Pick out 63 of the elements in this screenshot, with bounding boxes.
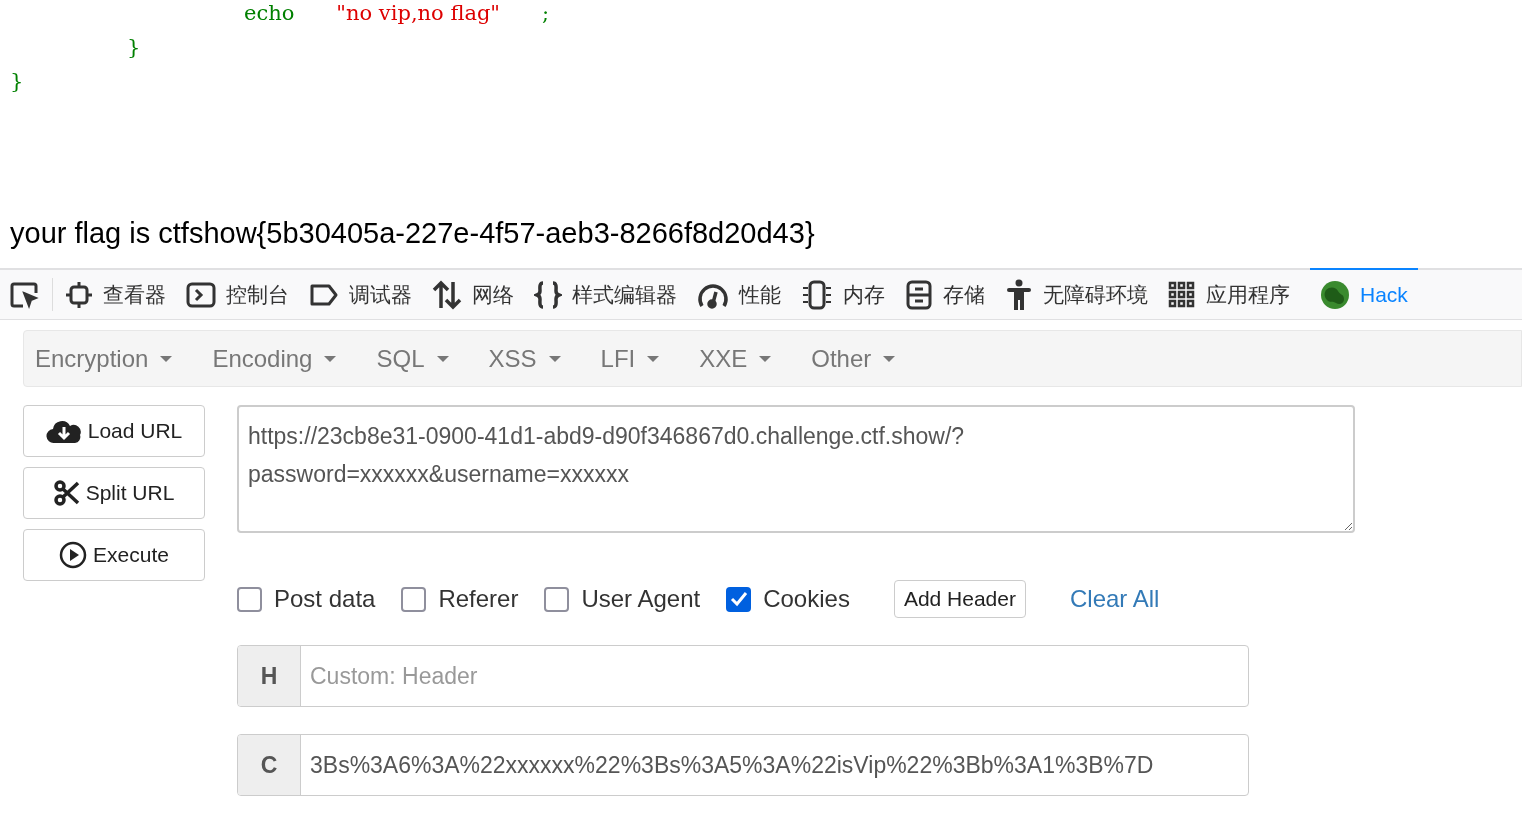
toolbar-button[interactable]: Split URL [23,467,205,519]
chip-icon [801,279,833,310]
dropdown-menu[interactable]: Encoding [201,340,348,377]
devtools-tab[interactable]: 应用程序 [1158,270,1300,319]
checkbox[interactable] [401,586,427,612]
dropdown-menu[interactable]: SQL [365,340,460,377]
cabinet-icon [905,279,933,310]
devtools-tab[interactable]: 样式编辑器 [524,270,687,319]
caret-icon [436,355,449,362]
cursor-box-icon [10,280,40,309]
cloud-download-icon [45,418,82,444]
caret-icon [548,355,561,362]
devtools-tab[interactable]: 网络 [422,270,524,319]
code-token: echo [244,0,295,27]
input-group[interactable]: H Custom: Header [237,645,1249,707]
dropdown-menu[interactable]: Other [800,340,907,377]
checkbox-label: Referer [438,584,519,614]
code-token: "no vip,no flag" [336,0,501,27]
checkbox[interactable] [237,586,262,612]
input-group[interactable]: C 3Bs%3A6%3A%22xxxxxx%22%3Bs%3A5%3A%22isVip%22%3Bb%3A1%3B%7D [237,734,1249,796]
code-token: } [127,34,141,61]
header-field[interactable]: Custom: Header [301,646,1248,706]
input-prefix: C [238,735,301,795]
add-header-button[interactable]: Add Header [893,580,1026,618]
devtools-tab[interactable]: 控制台 [176,270,299,319]
dropdown-menu[interactable]: Encryption [24,340,184,377]
caret-icon [759,355,772,362]
input-prefix: H [238,646,301,706]
checkbox-label: User Agent [581,584,701,614]
grid-icon [1168,280,1196,309]
caret-icon [160,355,173,362]
up-down-arrows-icon [432,279,462,310]
caret-icon [883,355,896,362]
dropdown-menu[interactable]: LFI [589,340,671,377]
person-icon [1005,278,1033,311]
checkbox[interactable] [726,586,752,612]
checkbox-label: Cookies [763,584,850,614]
devtools-tab[interactable]: 内存 [791,270,895,319]
devtools-tab[interactable]: 无障碍环境 [995,270,1158,319]
braces-icon [534,280,562,309]
checkbox-label: Post data [274,584,376,614]
devtools-tab[interactable]: 存储 [895,270,995,319]
caret-icon [324,355,337,362]
code-token: ; [542,0,550,27]
devtools-tab[interactable]: 查看器 [55,270,176,319]
checkbox[interactable] [544,586,570,612]
crosshair-box-icon [65,280,93,309]
code-token: } [10,68,24,95]
header-field[interactable]: 3Bs%3A6%3A%22xxxxxx%22%3Bs%3A5%3A%22isVip%22%3Bb%3A1%3B%7D [301,735,1248,795]
toolbar-button[interactable]: Execute [23,529,205,581]
toolbar-button[interactable]: Load URL [23,405,205,457]
scissors-icon [53,480,80,506]
url-field[interactable]: https://23cb8e31-0900-41d1-abd9-d90f346867d0.challenge.ctf.show/? password=xxxxxx&username=xxxxxx [237,405,1355,533]
clear-all-link[interactable]: Clear All [1069,581,1160,617]
caret-icon [647,355,660,362]
play-circle-icon [59,541,88,569]
terminal-icon [186,280,216,309]
flag-message: your flag is ctfshow{5b30405a-227e-4f57-aeb3-8266f8d20d43} [9,216,816,251]
globe-icon [1320,279,1350,310]
dropdown-menu[interactable]: XSS [477,340,572,377]
dropdown-menu[interactable]: XXE [688,340,783,377]
devtools-tab[interactable]: 性能 [687,270,791,319]
devtools-tab[interactable]: 调试器 [299,270,422,319]
